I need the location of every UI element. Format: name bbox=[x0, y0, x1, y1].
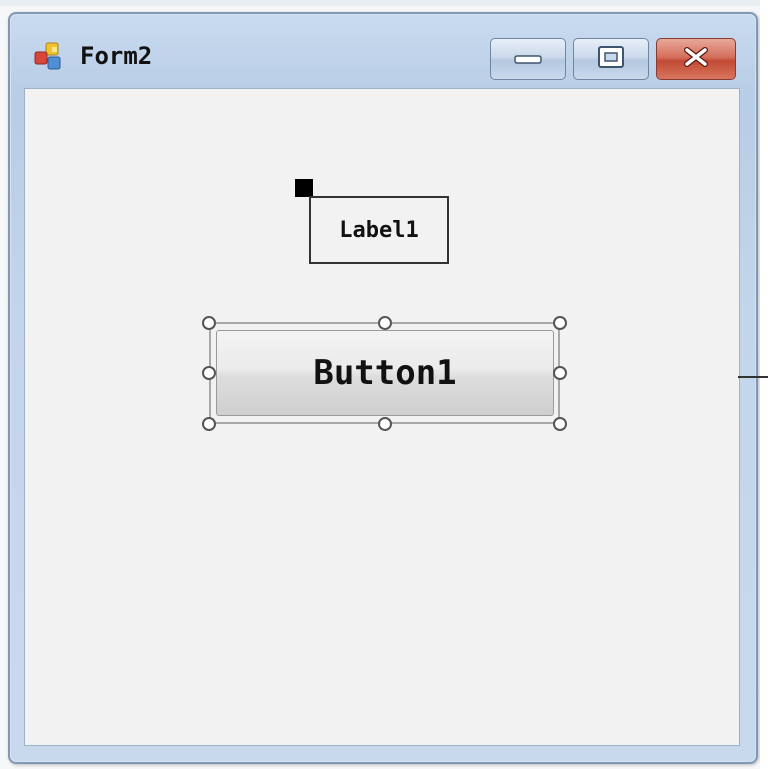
resize-handle-bottom-right[interactable] bbox=[553, 417, 567, 431]
form-app-icon bbox=[32, 40, 68, 74]
close-icon bbox=[683, 47, 709, 71]
minimize-button[interactable] bbox=[490, 38, 566, 80]
top-strip bbox=[0, 0, 768, 6]
close-button[interactable] bbox=[656, 38, 736, 80]
maximize-button[interactable] bbox=[573, 38, 649, 80]
label1-text: Label1 bbox=[339, 217, 419, 243]
label-move-handle[interactable] bbox=[295, 179, 313, 197]
resize-handle-top[interactable] bbox=[378, 316, 392, 330]
right-margin bbox=[760, 0, 768, 769]
resize-handle-top-right[interactable] bbox=[553, 316, 567, 330]
button1-text: Button1 bbox=[313, 353, 457, 393]
resize-handle-bottom-left[interactable] bbox=[202, 417, 216, 431]
resize-handle-top-left[interactable] bbox=[202, 316, 216, 330]
button1-control[interactable]: Button1 bbox=[216, 330, 554, 416]
label1-control[interactable]: Label1 bbox=[309, 196, 449, 264]
maximize-icon bbox=[597, 45, 625, 73]
resize-handle-left[interactable] bbox=[202, 366, 216, 380]
resize-handle-bottom[interactable] bbox=[378, 417, 392, 431]
title-bar[interactable]: Form2 bbox=[10, 14, 756, 92]
designer-surface: Form2 Label1 Button1 bbox=[0, 0, 768, 769]
window-title: Form2 bbox=[80, 42, 153, 70]
side-pointer-line bbox=[738, 376, 768, 378]
minimize-icon bbox=[513, 50, 543, 69]
resize-handle-right[interactable] bbox=[553, 366, 567, 380]
